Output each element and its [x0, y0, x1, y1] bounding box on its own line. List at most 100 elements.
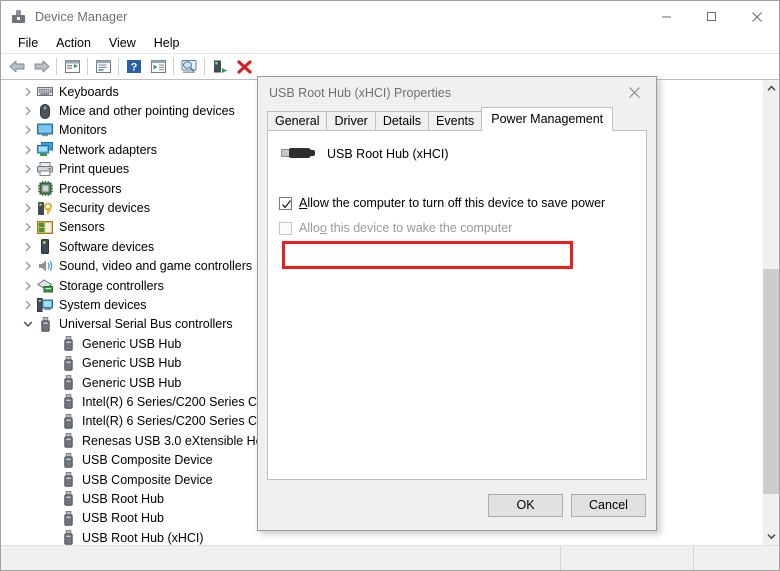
sound-icon	[36, 258, 54, 274]
window-title: Device Manager	[35, 9, 128, 24]
help-icon[interactable]: ?	[122, 56, 146, 78]
tree-item-label: Software devices	[59, 239, 155, 254]
toolbar-separator	[173, 58, 174, 75]
menu-help[interactable]: Help	[145, 34, 189, 52]
sensor-icon	[36, 219, 54, 235]
usb-plug-icon	[281, 143, 315, 165]
system-device-icon	[36, 297, 54, 313]
toolbar-separator	[204, 58, 205, 75]
properties-dialog: USB Root Hub (xHCI) Properties General Dr…	[257, 76, 657, 531]
tree-item-label: Network adapters	[59, 142, 157, 157]
tree-item-label: Monitors	[59, 123, 107, 138]
tab-details[interactable]: Details	[374, 111, 430, 130]
checkbox-label-turn-off-rest: llow the computer to turn off this devic…	[307, 196, 606, 210]
menu-action[interactable]: Action	[47, 34, 100, 52]
uninstall-device-icon[interactable]	[232, 56, 256, 78]
device-manager-icon	[10, 8, 27, 25]
chevron-right-icon[interactable]	[19, 184, 36, 194]
monitor-icon	[36, 122, 54, 138]
printer-icon	[36, 161, 54, 177]
chevron-right-icon[interactable]	[19, 125, 36, 135]
vertical-scrollbar[interactable]	[762, 80, 779, 545]
tree-item-label: System devices	[59, 297, 147, 312]
checkbox-box-unchecked	[279, 221, 292, 235]
tree-item-label: Sound, video and game controllers	[59, 259, 253, 274]
tree-item-label: Intel(R) 6 Series/C200 Series Chip	[82, 414, 274, 429]
dialog-title: USB Root Hub (xHCI) Properties	[269, 85, 452, 100]
usb-icon	[59, 530, 77, 545]
checkbox-label-wake: Alloo this device to wake the computer	[299, 221, 513, 235]
tree-item-label: Processors	[59, 181, 122, 196]
tab-power-management[interactable]: Power Management	[481, 107, 614, 131]
status-pane-third	[694, 546, 779, 570]
tree-item-label: Storage controllers	[59, 278, 164, 293]
ok-button[interactable]: OK	[488, 493, 563, 517]
usb-icon	[59, 510, 77, 526]
maximize-button[interactable]	[689, 1, 734, 32]
allow-computer-turn-off-device-checkbox[interactable]: Allow the computer to turn off this devi…	[268, 193, 646, 213]
toolbar-separator	[118, 58, 119, 75]
scroll-up-button[interactable]	[763, 80, 779, 97]
chevron-right-icon[interactable]	[19, 87, 36, 97]
chevron-right-icon[interactable]	[19, 281, 36, 291]
menu-view[interactable]: View	[100, 34, 145, 52]
tree-item-label: Sensors	[59, 220, 105, 235]
chevron-right-icon[interactable]	[19, 164, 36, 174]
chevron-down-icon[interactable]	[19, 320, 36, 328]
tree-item-label: USB Root Hub (xHCI)	[82, 530, 204, 545]
scrollbar-thumb[interactable]	[763, 269, 779, 494]
chevron-right-icon[interactable]	[19, 261, 36, 271]
tree-item-label: Intel(R) 6 Series/C200 Series Chip	[82, 394, 274, 409]
allow-device-wake-computer-checkbox: Alloo this device to wake the computer	[268, 218, 646, 238]
chevron-right-icon[interactable]	[19, 145, 36, 155]
device-name-label: USB Root Hub (xHCI)	[327, 147, 449, 161]
processor-icon	[36, 181, 54, 197]
usb-icon	[59, 336, 77, 352]
network-icon	[36, 142, 54, 158]
usb-icon	[59, 413, 77, 429]
checkbox-label-wake-pre: Allo	[299, 221, 320, 235]
tree-item-label: USB Root Hub	[82, 511, 164, 526]
show-hidden-devices-icon[interactable]	[60, 56, 84, 78]
tree-item-label: Mice and other pointing devices	[59, 104, 235, 119]
dialog-tabstrip: General Driver Details Events Power Manageme…	[258, 107, 656, 131]
software-device-icon	[36, 239, 54, 255]
checkbox-label-turn-off: Allow the computer to turn off this devi…	[299, 196, 606, 210]
status-pane-second	[561, 546, 694, 570]
cancel-button[interactable]: Cancel	[571, 493, 646, 517]
back-icon[interactable]	[5, 56, 29, 78]
enable-device-icon[interactable]	[208, 56, 232, 78]
properties-icon[interactable]	[91, 56, 115, 78]
tree-item-label: Generic USB Hub	[82, 336, 182, 351]
svg-text:?: ?	[131, 62, 138, 74]
chevron-right-icon[interactable]	[19, 222, 36, 232]
tree-item-label: Renesas USB 3.0 eXtensible Host	[82, 433, 273, 448]
chevron-right-icon[interactable]	[19, 106, 36, 116]
close-button[interactable]	[734, 1, 779, 32]
chevron-right-icon[interactable]	[19, 203, 36, 213]
chevron-right-icon[interactable]	[19, 300, 36, 310]
usb-icon	[59, 394, 77, 410]
tree-item-label: USB Root Hub	[82, 491, 164, 506]
keyboard-icon	[36, 84, 54, 100]
minimize-button[interactable]	[644, 1, 689, 32]
toolbar-separator	[56, 58, 57, 75]
forward-icon[interactable]	[29, 56, 53, 78]
scroll-down-button[interactable]	[763, 528, 779, 545]
security-icon	[36, 200, 54, 216]
scan-for-hardware-changes-icon[interactable]	[146, 56, 170, 78]
usb-icon	[59, 491, 77, 507]
usb-icon	[59, 472, 77, 488]
device-header: USB Root Hub (xHCI)	[268, 131, 646, 165]
update-driver-icon[interactable]	[177, 56, 201, 78]
tab-general[interactable]: General	[267, 111, 328, 130]
menu-file[interactable]: File	[9, 34, 47, 52]
status-pane-main	[1, 546, 561, 570]
tab-events[interactable]: Events	[428, 111, 483, 130]
checkbox-label-wake-rest: this device to wake the computer	[326, 221, 513, 235]
chevron-right-icon[interactable]	[19, 242, 36, 252]
tree-item-label: USB Composite Device	[82, 453, 213, 468]
dialog-close-button[interactable]	[612, 77, 656, 108]
tab-driver[interactable]: Driver	[326, 111, 376, 130]
checkbox-box-checked[interactable]	[279, 196, 292, 210]
